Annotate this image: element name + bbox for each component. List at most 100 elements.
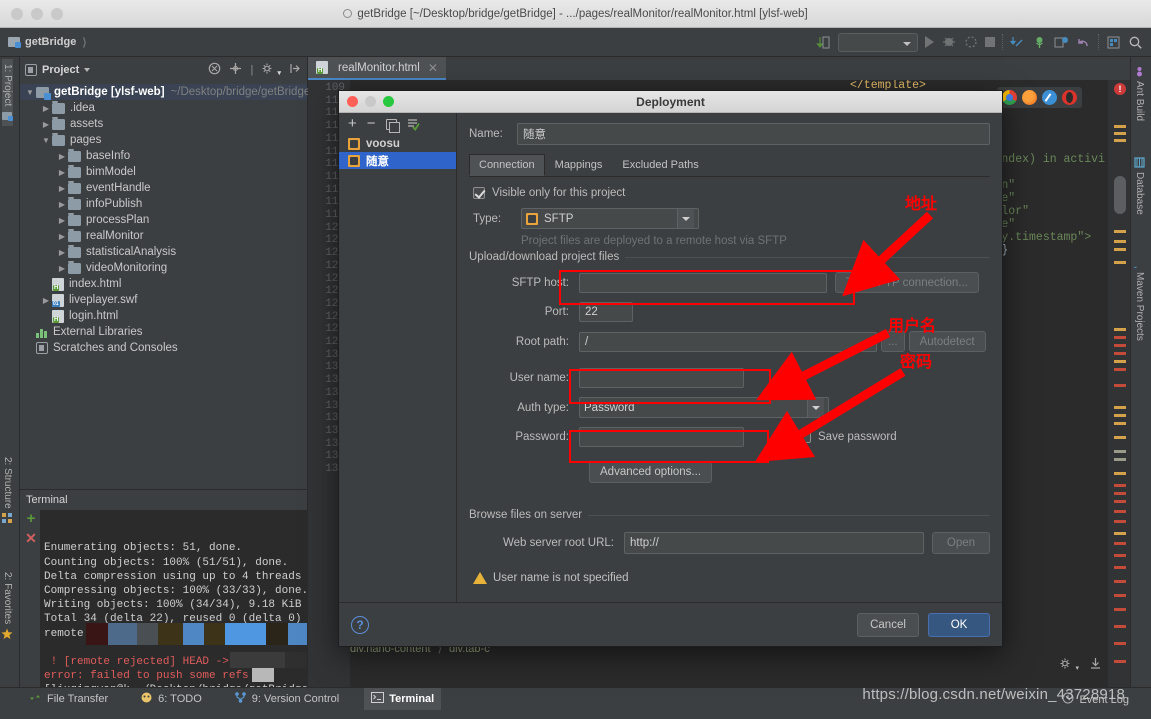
tab-connection[interactable]: Connection (469, 154, 545, 176)
terminal-output[interactable]: Enumerating objects: 51, done. Counting o… (40, 510, 307, 687)
tree-item[interactable]: login.html (20, 308, 307, 324)
tree-item[interactable]: processPlan (20, 212, 307, 228)
check-icon[interactable] (407, 118, 420, 131)
tree-toggle-icon[interactable] (56, 184, 68, 193)
diff-icon[interactable] (1054, 35, 1069, 50)
sidebar-item-ant-build[interactable]: Ant Build (1134, 61, 1145, 126)
project-tree[interactable]: getBridge [ylsf-web] ~/Desktop/bridge/get… (20, 82, 310, 356)
collapse-all-icon[interactable] (208, 62, 221, 78)
status-tab-todo[interactable]: 6: TODO (133, 688, 209, 710)
help-button[interactable]: ? (351, 615, 369, 634)
gear-icon[interactable]: ▾ (1059, 657, 1079, 673)
tab-mappings[interactable]: Mappings (544, 154, 613, 176)
update-project-icon[interactable] (1010, 35, 1025, 50)
save-password-row[interactable]: Save password (799, 431, 897, 443)
tree-item[interactable]: videoMonitoring (20, 260, 307, 276)
ok-button[interactable]: OK (928, 612, 990, 637)
tree-toggle-icon[interactable] (24, 88, 36, 97)
tree-item[interactable]: External Libraries (20, 324, 307, 340)
undo-icon[interactable] (1076, 35, 1091, 50)
safari-icon[interactable] (1042, 90, 1057, 105)
error-count-badge[interactable]: ! (1114, 83, 1126, 95)
editor-marker-rail[interactable]: ! (1108, 80, 1130, 687)
coverage-icon[interactable] (963, 35, 978, 50)
editor-scrollbar-thumb[interactable] (1114, 176, 1126, 214)
hide-panel-icon[interactable] (289, 62, 302, 78)
structure-search-icon[interactable] (1106, 35, 1121, 50)
status-tab-file-transfer[interactable]: File Transfer (22, 688, 115, 710)
status-tab-terminal[interactable]: Terminal (364, 688, 442, 710)
root-path-input[interactable]: / (579, 331, 877, 352)
dialog-tabs[interactable]: Connection Mappings Excluded Paths (469, 154, 990, 177)
gear-icon[interactable]: ▾ (261, 62, 281, 78)
password-input[interactable] (579, 427, 744, 447)
tree-item[interactable]: assets (20, 116, 307, 132)
firefox-icon[interactable] (1022, 90, 1037, 105)
opera-icon[interactable] (1062, 90, 1077, 105)
tree-toggle-icon[interactable] (56, 168, 68, 177)
tree-item[interactable]: liveplayer.swf (20, 292, 307, 308)
debug-icon[interactable] (941, 35, 956, 50)
tree-toggle-icon[interactable] (40, 296, 52, 305)
sidebar-item-database[interactable]: Database (1133, 152, 1145, 220)
advanced-options-button[interactable]: Advanced options... (589, 461, 713, 483)
server-list-item[interactable]: 随意 (339, 152, 456, 169)
sidebar-item-project[interactable]: 1: Project (1, 59, 13, 127)
tab-excluded-paths[interactable]: Excluded Paths (612, 154, 709, 176)
test-sftp-connection-button[interactable]: Test SFTP connection... (835, 272, 979, 293)
cancel-button[interactable]: Cancel (857, 612, 919, 637)
close-icon[interactable]: ✕ (428, 61, 438, 75)
tree-item[interactable]: statisticalAnalysis (20, 244, 307, 260)
port-input[interactable]: 22 (579, 302, 633, 322)
close-session-icon[interactable]: ✕ (25, 531, 37, 545)
scroll-from-source-icon[interactable] (229, 62, 242, 78)
tree-item[interactable]: getBridge [ylsf-web] ~/Desktop/bridge/get… (20, 84, 310, 100)
run-icon[interactable] (925, 36, 934, 48)
browser-preview-bar[interactable] (997, 87, 1082, 108)
server-list[interactable]: voosu 随意 (339, 135, 456, 169)
sidebar-item-favorites[interactable]: 2: Favorites (1, 567, 13, 644)
editor-tab-realmonitor[interactable]: realMonitor.html ✕ (308, 57, 446, 80)
web-root-input[interactable]: http:// (624, 532, 924, 554)
stop-icon[interactable] (985, 37, 995, 47)
chevron-down-icon[interactable] (807, 398, 824, 417)
server-list-item[interactable]: voosu (339, 135, 456, 152)
add-server-button[interactable]: + (348, 116, 357, 131)
type-select[interactable]: SFTP (521, 208, 699, 229)
tree-item[interactable]: baseInfo (20, 148, 307, 164)
visible-only-checkbox[interactable] (473, 187, 485, 199)
tree-item[interactable]: eventHandle (20, 180, 307, 196)
chevron-down-icon[interactable] (677, 209, 694, 228)
tree-toggle-icon[interactable] (56, 152, 68, 161)
auth-type-select[interactable]: Password (579, 397, 829, 418)
run-configuration-select[interactable] (838, 32, 918, 52)
chevron-down-icon[interactable] (84, 67, 91, 72)
tree-item[interactable]: .idea (20, 100, 307, 116)
commit-icon[interactable] (1032, 35, 1047, 50)
sftp-host-input[interactable] (579, 272, 827, 293)
tree-toggle-icon[interactable] (56, 200, 68, 209)
browse-root-path-button[interactable]: ... (881, 331, 905, 352)
breadcrumb[interactable]: getBridge ⟩ (8, 36, 87, 49)
tree-toggle-icon[interactable] (56, 264, 68, 273)
tree-toggle-icon[interactable] (56, 216, 68, 225)
tree-item[interactable]: realMonitor (20, 228, 307, 244)
status-tab-version-control[interactable]: 9: Version Control (227, 688, 346, 710)
tree-toggle-icon[interactable] (40, 120, 52, 129)
tree-toggle-icon[interactable] (56, 232, 68, 241)
save-password-checkbox[interactable] (799, 431, 811, 443)
tree-item[interactable]: index.html (20, 276, 307, 292)
tree-item[interactable]: Scratches and Consoles (20, 340, 307, 356)
chrome-icon[interactable] (1002, 90, 1017, 105)
tree-toggle-icon[interactable] (56, 248, 68, 257)
sidebar-item-structure[interactable]: 2: Structure (1, 452, 13, 529)
autodetect-button[interactable]: Autodetect (908, 331, 986, 352)
sync-icon[interactable] (816, 35, 831, 50)
visible-only-row[interactable]: Visible only for this project (473, 187, 990, 199)
search-icon[interactable] (1128, 35, 1143, 50)
remove-server-button[interactable]: − (367, 116, 376, 131)
name-input[interactable]: 随意 (517, 123, 990, 145)
tree-item[interactable]: pages (20, 132, 307, 148)
tree-toggle-icon[interactable] (40, 136, 52, 145)
open-url-button[interactable]: Open (932, 532, 990, 554)
